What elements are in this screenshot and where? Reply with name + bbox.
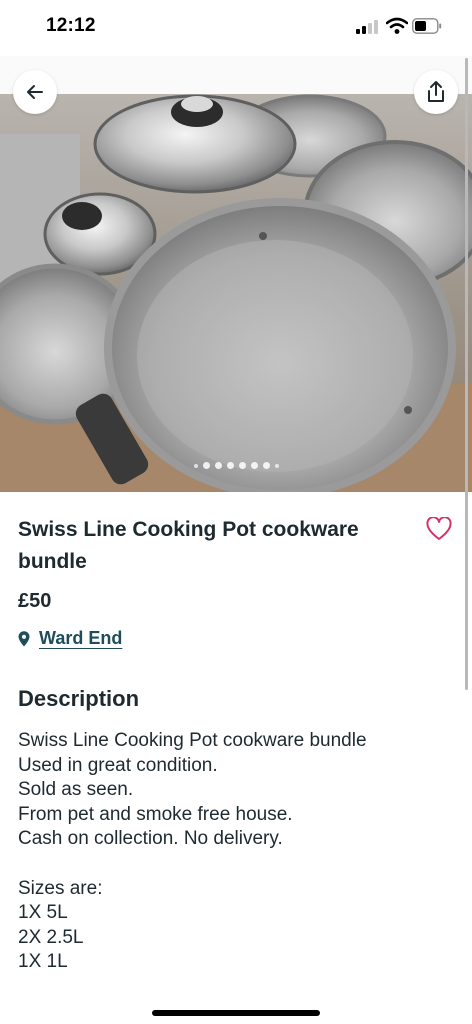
carousel-dot[interactable] xyxy=(250,462,258,469)
scrollbar[interactable] xyxy=(465,58,468,690)
home-indicator[interactable] xyxy=(152,1010,320,1016)
battery-icon xyxy=(412,18,442,34)
carousel-dot[interactable] xyxy=(262,462,270,469)
carousel-dot[interactable] xyxy=(202,462,210,469)
status-time: 12:12 xyxy=(46,15,96,36)
location-link[interactable]: Ward End xyxy=(18,628,122,649)
carousel-dot[interactable] xyxy=(214,462,222,469)
wifi-icon xyxy=(385,17,409,35)
carousel-dot[interactable] xyxy=(193,463,198,468)
status-bar: 12:12 xyxy=(0,0,472,56)
back-arrow-icon xyxy=(27,85,43,99)
description-line: Sold as seen. xyxy=(18,779,134,801)
carousel-dots[interactable] xyxy=(0,462,472,469)
carousel-dot[interactable] xyxy=(238,462,246,469)
description-spacer xyxy=(18,852,448,877)
description-heading: Description xyxy=(18,686,140,711)
description-line: 1X 1L xyxy=(18,951,68,973)
photo-carousel[interactable] xyxy=(0,56,472,492)
listing-photo[interactable] xyxy=(0,94,472,492)
listing-price: £50 xyxy=(18,590,52,612)
share-icon xyxy=(428,81,444,102)
description-line: Cash on collection. No delivery. xyxy=(18,828,283,850)
back-button[interactable] xyxy=(13,70,57,114)
description-line: Used in great condition. xyxy=(18,754,218,776)
location-label[interactable]: Ward End xyxy=(39,628,122,649)
share-button[interactable] xyxy=(414,70,458,114)
heart-icon xyxy=(426,517,452,540)
map-pin-icon xyxy=(18,630,30,646)
listing-title: Swiss Line Cooking Pot cookware bundle xyxy=(18,518,359,573)
description-line: Sizes are: xyxy=(18,877,103,899)
description-line: From pet and smoke free house. xyxy=(18,803,293,825)
description-body: Swiss Line Cooking Pot cookware bundle U… xyxy=(18,729,448,975)
carousel-dot[interactable] xyxy=(226,462,234,469)
description-line: Swiss Line Cooking Pot cookware bundle xyxy=(18,730,367,751)
cellular-signal-icon xyxy=(356,20,380,34)
favourite-button[interactable] xyxy=(424,514,454,544)
description-line: 1X 5L xyxy=(18,902,68,924)
carousel-dot[interactable] xyxy=(274,463,279,468)
description-line: 2X 2.5L xyxy=(18,926,84,948)
